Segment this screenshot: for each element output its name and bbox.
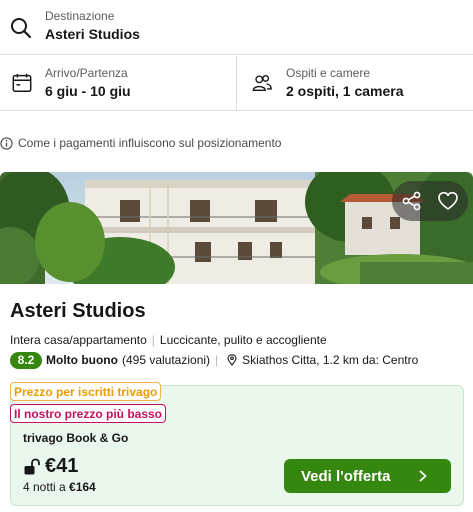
- guests-field[interactable]: Ospiti e camere 2 ospiti, 1 camera: [238, 56, 473, 111]
- heart-icon[interactable]: [437, 190, 459, 212]
- rating-count[interactable]: (495 valutazioni): [122, 353, 210, 367]
- total-amount: €164: [69, 480, 96, 494]
- guests-label: Ospiti e camere: [286, 66, 371, 80]
- chevron-right-icon: [419, 470, 427, 482]
- highlights: Luccicante, pulito e accogliente: [159, 333, 327, 347]
- ranking-info[interactable]: Come i pagamenti influiscono sul posizio…: [0, 134, 281, 152]
- total-price: 4 notti a €164: [23, 480, 96, 494]
- nights-prefix: 4 notti a: [23, 480, 70, 494]
- destination-label: Destinazione: [45, 9, 115, 23]
- location-pin-icon: [227, 354, 237, 366]
- dates-label: Arrivo/Partenza: [45, 66, 128, 80]
- search-panel: Destinazione Asteri Studios Arrivo/Parte…: [0, 0, 473, 111]
- unlock-icon: [24, 458, 40, 475]
- share-icon[interactable]: [401, 190, 423, 212]
- rating-badge[interactable]: 8.2: [10, 351, 42, 369]
- dates-field[interactable]: Arrivo/Partenza 6 giu - 10 giu: [0, 56, 237, 111]
- provider-name: trivago Book & Go: [23, 431, 129, 445]
- search-icon: [11, 18, 32, 39]
- dates-value: 6 giu - 10 giu: [45, 83, 131, 99]
- destination-field[interactable]: Destinazione Asteri Studios: [0, 0, 473, 55]
- hotel-name[interactable]: Asteri Studios: [10, 300, 146, 323]
- separator: |: [215, 353, 219, 367]
- view-deal-button[interactable]: Vedi l'offerta: [284, 459, 451, 493]
- location-text[interactable]: Skiathos Citta, 1.2 km da: Centro: [242, 353, 418, 367]
- guests-value: 2 ospiti, 1 camera: [286, 83, 404, 99]
- price: €41: [45, 455, 79, 477]
- separator: |: [151, 333, 155, 347]
- destination-value: Asteri Studios: [45, 26, 140, 42]
- calendar-icon: [12, 73, 32, 92]
- view-deal-label: Vedi l'offerta: [301, 467, 391, 485]
- best-price-tag: Il nostro prezzo più basso: [10, 404, 167, 423]
- rating-word: Molto buono: [46, 353, 118, 367]
- accommodation-type: Intera casa/appartamento: [10, 333, 147, 347]
- ranking-info-text: Come i pagamenti influiscono sul posizio…: [18, 136, 282, 150]
- info-icon: [0, 136, 13, 150]
- member-price-tag: Prezzo per iscritti trivago: [10, 382, 162, 401]
- hotel-meta: Intera casa/appartamento | Luccicante, p…: [10, 333, 327, 347]
- rating-row: 8.2 Molto buono (495 valutazioni) | Skia…: [10, 351, 418, 369]
- guests-icon: [252, 74, 272, 92]
